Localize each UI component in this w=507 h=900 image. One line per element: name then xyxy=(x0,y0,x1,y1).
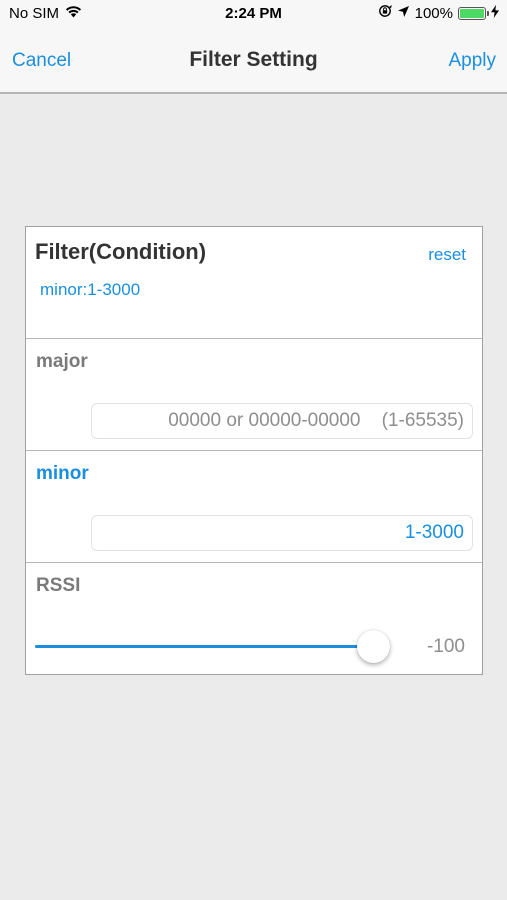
reset-button[interactable]: reset xyxy=(428,245,466,265)
major-input[interactable] xyxy=(91,403,473,439)
minor-section: minor xyxy=(26,451,482,563)
rssi-value: -100 xyxy=(426,636,465,657)
rssi-section: RSSI -100 xyxy=(26,563,482,674)
minor-input[interactable] xyxy=(91,515,473,551)
battery-fill xyxy=(460,8,484,18)
status-bar: No SIM 2:24 PM 100% xyxy=(0,0,507,28)
filter-panel: Filter(Condition) reset minor:1-3000 maj… xyxy=(25,226,483,675)
condition-title: Filter(Condition) xyxy=(35,239,207,264)
apply-button[interactable]: Apply xyxy=(448,50,496,72)
orientation-lock-icon xyxy=(378,4,392,22)
location-arrow-icon xyxy=(397,5,410,22)
page-title: Filter Setting xyxy=(189,48,318,71)
condition-summary: minor:1-3000 xyxy=(40,280,141,299)
battery-icon xyxy=(458,6,489,20)
navigation-bar: Cancel Filter Setting Apply xyxy=(0,28,507,94)
filter-setting-screen: No SIM 2:24 PM 100% Cancel Filter Settin… xyxy=(0,0,507,900)
battery-tip xyxy=(487,10,489,16)
battery-percent: 100% xyxy=(414,4,453,22)
condition-section: Filter(Condition) reset minor:1-3000 xyxy=(26,227,482,339)
charging-bolt-icon xyxy=(491,4,499,22)
rssi-slider[interactable] xyxy=(35,630,390,663)
status-right: 100% xyxy=(378,4,499,22)
rssi-label: RSSI xyxy=(36,575,81,596)
rssi-slider-thumb[interactable] xyxy=(356,630,390,663)
major-section: major xyxy=(26,339,482,451)
major-label: major xyxy=(36,351,88,372)
rssi-slider-fill xyxy=(35,645,375,648)
minor-label: minor xyxy=(36,463,89,484)
